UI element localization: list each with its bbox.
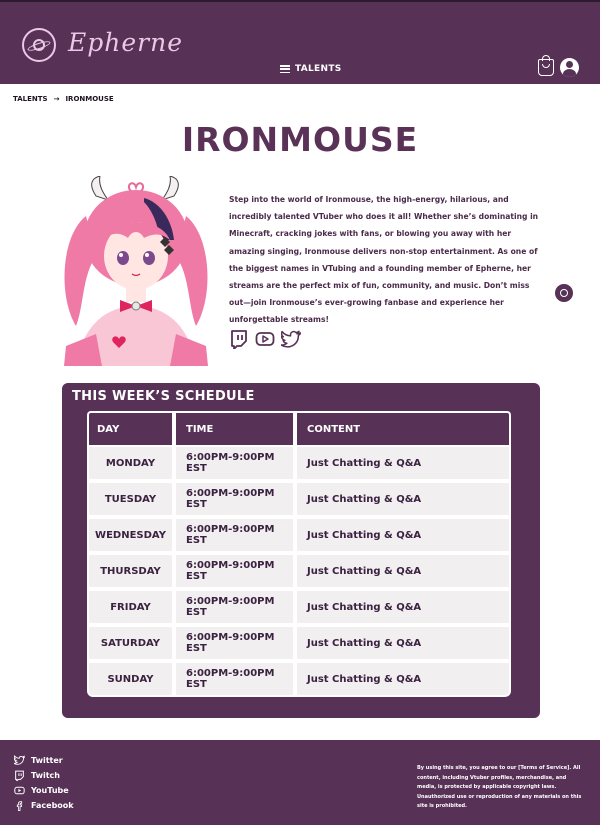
table-row: TUESDAY 6:00PM-9:00PM EST Just Chatting … — [87, 481, 511, 517]
brand-name[interactable]: Epherne — [68, 28, 183, 57]
youtube-icon — [14, 786, 25, 794]
nav-talents-label: TALENTS — [295, 64, 342, 74]
cell-day: TUESDAY — [87, 481, 174, 517]
cell-time: 6:00PM-9:00PM EST — [174, 661, 295, 697]
facebook-icon — [16, 800, 23, 811]
cell-time: 6:00PM-9:00PM EST — [174, 589, 295, 625]
footer-social-links: Twitter Twitch YouTube Facebook — [14, 754, 74, 811]
cell-content: Just Chatting & Q&A — [295, 661, 511, 697]
breadcrumb-talents[interactable]: TALENTS — [13, 95, 48, 103]
cell-content: Just Chatting & Q&A — [295, 445, 511, 481]
cell-content: Just Chatting & Q&A — [295, 589, 511, 625]
page-title: IRONMOUSE — [181, 120, 419, 159]
twitch-icon[interactable] — [229, 329, 249, 349]
talent-avatar — [64, 176, 208, 366]
table-row: MONDAY 6:00PM-9:00PM EST Just Chatting &… — [87, 445, 511, 481]
hamburger-icon — [280, 65, 290, 73]
cell-day: SUNDAY — [87, 661, 174, 697]
column-header-content: CONTENT — [295, 411, 511, 445]
cell-time: 6:00PM-9:00PM EST — [174, 553, 295, 589]
twitter-icon[interactable] — [281, 329, 301, 349]
table-row: FRIDAY 6:00PM-9:00PM EST Just Chatting &… — [87, 589, 511, 625]
cell-time: 6:00PM-9:00PM EST — [174, 445, 295, 481]
cell-day: SATURDAY — [87, 625, 174, 661]
cell-content: Just Chatting & Q&A — [295, 481, 511, 517]
account-icon[interactable] — [560, 58, 579, 77]
breadcrumb-separator: → — [53, 95, 60, 103]
schedule-header-row: DAY TIME CONTENT — [87, 411, 511, 445]
cell-day: FRIDAY — [87, 589, 174, 625]
footer-legal-text: By using this site, you agree to our [Te… — [417, 765, 582, 809]
youtube-icon[interactable] — [255, 329, 275, 349]
column-header-time: TIME — [174, 411, 295, 445]
table-row: SATURDAY 6:00PM-9:00PM EST Just Chatting… — [87, 625, 511, 661]
logo-icon[interactable] — [22, 28, 56, 62]
cell-content: Just Chatting & Q&A — [295, 553, 511, 589]
cell-day: THURSDAY — [87, 553, 174, 589]
cell-time: 6:00PM-9:00PM EST — [174, 517, 295, 553]
footer-link-label: Twitter — [31, 755, 63, 765]
cell-day: WEDNESDAY — [87, 517, 174, 553]
site-footer: Twitter Twitch YouTube Facebook By using… — [0, 740, 600, 825]
twitch-icon — [15, 770, 24, 781]
cell-content: Just Chatting & Q&A — [295, 625, 511, 661]
footer-link-label: Twitch — [31, 770, 60, 780]
table-row: WEDNESDAY 6:00PM-9:00PM EST Just Chattin… — [87, 517, 511, 553]
twitter-icon — [14, 754, 25, 765]
footer-link-label: Facebook — [31, 800, 74, 810]
footer-link-twitch[interactable]: Twitch — [14, 769, 74, 781]
schedule-panel: THIS WEEK’S SCHEDULE DAY TIME CONTENT MO… — [62, 383, 540, 718]
footer-link-label: YouTube — [31, 785, 69, 795]
breadcrumb: TALENTS → IRONMOUSE — [13, 95, 114, 103]
cell-time: 6:00PM-9:00PM EST — [174, 481, 295, 517]
cart-icon[interactable] — [538, 55, 554, 76]
talent-bio: Step into the world of Ironmouse, the hi… — [229, 195, 539, 325]
cell-day: MONDAY — [87, 445, 174, 481]
cell-content: Just Chatting & Q&A — [295, 517, 511, 553]
table-row: SUNDAY 6:00PM-9:00PM EST Just Chatting &… — [87, 661, 511, 697]
footer-link-twitter[interactable]: Twitter — [14, 754, 74, 766]
schedule-table: DAY TIME CONTENT MONDAY 6:00PM-9:00PM ES… — [87, 411, 511, 697]
footer-link-facebook[interactable]: Facebook — [14, 799, 74, 811]
site-header: Epherne TALENTS — [0, 0, 600, 84]
breadcrumb-current: IRONMOUSE — [65, 95, 114, 103]
footer-link-youtube[interactable]: YouTube — [14, 784, 74, 796]
chat-icon[interactable] — [555, 284, 573, 302]
schedule-title: THIS WEEK’S SCHEDULE — [72, 389, 255, 404]
nav-talents-menu[interactable]: TALENTS — [280, 64, 342, 74]
cell-time: 6:00PM-9:00PM EST — [174, 625, 295, 661]
table-row: THURSDAY 6:00PM-9:00PM EST Just Chatting… — [87, 553, 511, 589]
column-header-day: DAY — [87, 411, 174, 445]
talent-socials — [229, 329, 301, 349]
